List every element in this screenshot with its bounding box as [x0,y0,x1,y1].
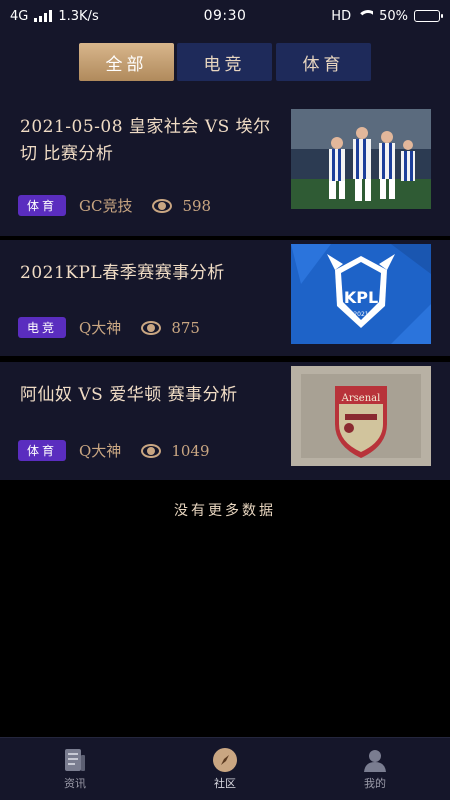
category-tab-bar: 全部 电竞 体育 [0,32,450,98]
article-thumbnail: KPL 2021 [291,244,431,344]
tab-sports[interactable]: 体育 [276,43,371,81]
network-type: 4G [10,8,29,24]
status-bar: 4G 1.3K/s 09:30 HD 50% [0,0,450,32]
bottom-nav: 资讯 社区 我的 [0,737,450,800]
article-author: Q大神 [79,319,122,337]
network-speed: 1.3K/s [58,8,99,24]
article-title: 阿仙奴 VS 爱华顿 赛事分析 [20,385,238,405]
nav-item-profile[interactable]: 我的 [300,738,450,800]
eye-icon [141,443,162,458]
battery-icon [414,10,443,22]
nav-item-community[interactable]: 社区 [150,738,300,800]
status-time: 09:30 [203,8,247,24]
hd-indicator: HD [331,8,352,24]
view-count: 875 [171,318,200,337]
battery-percent: 50% [379,8,408,24]
wifi-icon [357,10,374,22]
article-card[interactable]: 2021-05-08 皇家社会 VS 埃尔切 比赛分析 体育 GC竞技 598 [0,98,450,236]
nav-label: 我的 [364,777,386,790]
no-more-data-note: 没有更多数据 [174,503,276,519]
article-meta: 体育 GC竞技 598 [18,195,211,216]
compass-icon [213,748,237,772]
article-title: 2021-05-08 皇家社会 VS 埃尔切 比赛分析 [20,117,271,164]
category-badge: 体育 [18,440,66,461]
user-icon [364,750,386,772]
nav-item-news[interactable]: 资讯 [0,738,150,800]
article-thumbnail: Arsenal [291,366,431,466]
tab-esports[interactable]: 电竞 [177,43,272,81]
eye-icon [152,198,173,213]
news-icon [65,749,85,771]
nav-label: 资讯 [64,777,86,790]
article-author: Q大神 [79,442,122,460]
status-left: 4G 1.3K/s [10,9,99,24]
article-card[interactable]: 2021KPL春季赛赛事分析 电竞 Q大神 875 KPL 2021 [0,240,450,356]
nav-label: 社区 [214,777,236,790]
arsenal-crest-text: Arsenal [341,393,381,404]
eye-icon [141,320,162,335]
view-count: 1049 [171,441,210,460]
article-author: GC竞技 [79,197,133,215]
article-meta: 电竞 Q大神 875 [18,317,200,338]
article-title: 2021KPL春季赛赛事分析 [20,263,225,283]
signal-icon [34,10,53,22]
kpl-logo-year: 2021 [353,311,368,318]
article-meta: 体育 Q大神 1049 [18,440,210,461]
category-badge: 体育 [18,195,66,216]
category-badge: 电竞 [18,317,66,338]
article-card[interactable]: 阿仙奴 VS 爱华顿 赛事分析 体育 Q大神 1049 Arsenal [0,362,450,480]
article-thumbnail [291,109,431,209]
view-count: 598 [182,196,212,215]
tab-all[interactable]: 全部 [79,43,174,81]
status-right: HD 50% [331,8,443,24]
kpl-logo-text: KPL [344,288,378,307]
